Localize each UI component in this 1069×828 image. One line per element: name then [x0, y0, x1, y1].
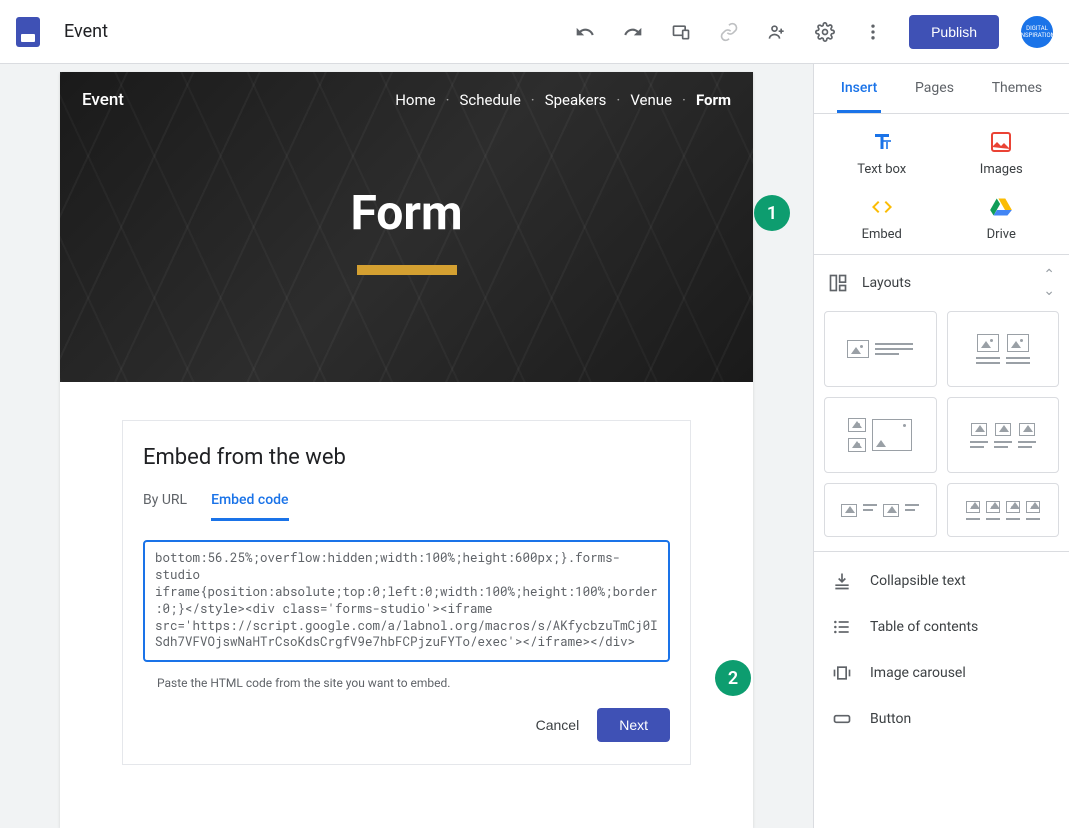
layout-option-5[interactable] — [824, 483, 937, 537]
layout-option-1[interactable] — [824, 311, 937, 387]
insert-embed[interactable]: 1 Embed — [822, 195, 942, 242]
layout-option-6[interactable] — [947, 483, 1060, 537]
tab-embed-code[interactable]: Embed code — [211, 492, 288, 521]
link-button[interactable] — [709, 12, 749, 52]
nav-link-home[interactable]: Home — [395, 91, 435, 109]
collapsible-text-icon — [832, 571, 852, 591]
site-name[interactable]: Event — [82, 90, 124, 110]
sidebar-tab-pages[interactable]: Pages — [911, 64, 958, 113]
publish-button[interactable]: Publish — [909, 15, 999, 49]
carousel-label: Image carousel — [870, 665, 966, 681]
insert-embed-label: Embed — [862, 227, 902, 242]
insert-table-of-contents[interactable]: Table of contents — [814, 604, 1069, 650]
sidebar: Insert Pages Themes Text box Images 1 — [813, 64, 1069, 828]
collapsible-text-label: Collapsible text — [870, 573, 966, 589]
toc-label: Table of contents — [870, 619, 978, 635]
more-button[interactable] — [853, 12, 893, 52]
document-title[interactable]: Event — [64, 21, 108, 42]
insert-images-label: Images — [980, 162, 1023, 177]
insert-text-box-label: Text box — [857, 162, 906, 177]
sites-logo-icon — [16, 17, 40, 47]
nav-link-speakers[interactable]: Speakers — [545, 91, 607, 109]
nav-link-form[interactable]: Form — [696, 91, 731, 109]
insert-text-box[interactable]: Text box — [822, 130, 942, 177]
undo-button[interactable] — [565, 12, 605, 52]
insert-button[interactable]: Button — [814, 696, 1069, 742]
layouts-title: Layouts — [862, 275, 1029, 291]
sidebar-tab-themes[interactable]: Themes — [988, 64, 1046, 113]
preview-button[interactable] — [661, 12, 701, 52]
insert-drive-label: Drive — [987, 227, 1016, 242]
embed-hint: Paste the HTML code from the site you wa… — [143, 666, 670, 690]
layout-option-3[interactable] — [824, 397, 937, 473]
carousel-icon — [832, 663, 852, 683]
hero-title[interactable]: Form — [60, 184, 753, 241]
sidebar-tab-insert[interactable]: Insert — [837, 64, 881, 113]
layouts-icon — [828, 273, 848, 293]
hero-underline — [357, 265, 457, 275]
embed-dialog-title: Embed from the web — [143, 445, 670, 470]
drive-icon — [989, 195, 1013, 219]
next-button[interactable]: Next — [597, 708, 670, 742]
annotation-step-1: 1 — [754, 195, 790, 231]
button-label: Button — [870, 711, 911, 727]
insert-images[interactable]: Images — [942, 130, 1062, 177]
images-icon — [989, 130, 1013, 154]
canvas-area: Event Home · Schedule · Speakers · Venue… — [0, 64, 813, 828]
toc-icon — [832, 617, 852, 637]
nav-link-schedule[interactable]: Schedule — [459, 91, 520, 109]
tab-by-url[interactable]: By URL — [143, 492, 187, 521]
layouts-grid — [814, 311, 1069, 551]
settings-button[interactable] — [805, 12, 845, 52]
insert-image-carousel[interactable]: Image carousel — [814, 650, 1069, 696]
insert-drive[interactable]: Drive — [942, 195, 1062, 242]
embed-icon — [870, 195, 894, 219]
layouts-section-header[interactable]: Layouts ⌃⌄ — [814, 254, 1069, 311]
button-icon — [832, 709, 852, 729]
annotation-step-2: 2 — [715, 660, 751, 696]
layout-option-2[interactable] — [947, 311, 1060, 387]
nav-link-venue[interactable]: Venue — [630, 91, 672, 109]
share-button[interactable] — [757, 12, 797, 52]
site-header: Event Home · Schedule · Speakers · Venue… — [60, 72, 753, 382]
account-avatar[interactable]: DIGITALINSPIRATION — [1021, 16, 1053, 48]
text-box-icon — [870, 130, 894, 154]
insert-collapsible-text[interactable]: Collapsible text — [814, 558, 1069, 604]
embed-code-input[interactable] — [143, 540, 670, 662]
site-nav: Home · Schedule · Speakers · Venue · For… — [395, 91, 731, 109]
layout-option-4[interactable] — [947, 397, 1060, 473]
cancel-button[interactable]: Cancel — [532, 709, 584, 741]
redo-button[interactable] — [613, 12, 653, 52]
embed-dialog: Embed from the web By URL Embed code Pas… — [122, 420, 691, 765]
app-toolbar: Event Publish DIGITALINSPIRATION — [0, 0, 1069, 64]
site-page-preview[interactable]: Event Home · Schedule · Speakers · Venue… — [60, 72, 753, 828]
collapse-icon[interactable]: ⌃⌄ — [1043, 267, 1055, 299]
